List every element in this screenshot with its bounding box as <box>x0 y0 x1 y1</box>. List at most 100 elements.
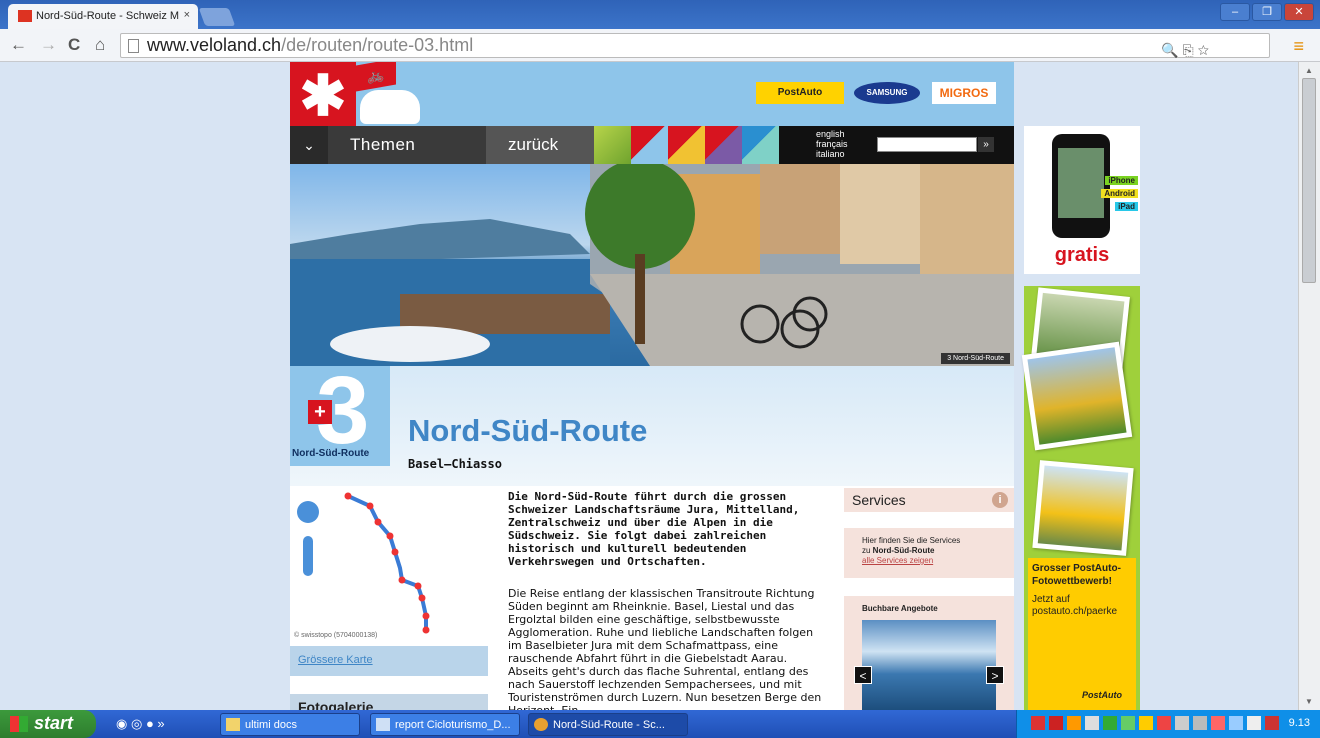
lang-italiano[interactable]: italiano <box>816 149 848 159</box>
tray-icon[interactable] <box>1157 716 1171 730</box>
lang-francais[interactable]: français <box>816 139 848 149</box>
hero-illustration <box>290 164 1014 366</box>
page-title: Nord-Süd-Route <box>408 413 648 448</box>
sponsor-postauto[interactable]: PostAuto <box>756 82 844 104</box>
maximize-button[interactable]: ❐ <box>1252 3 1282 21</box>
browser-tab[interactable]: Nord-Süd-Route - Schweiz M × <box>8 4 198 29</box>
tray-icon[interactable] <box>1049 716 1063 730</box>
prev-arrow-button[interactable]: < <box>854 666 872 684</box>
window-controls: – ❐ ✕ <box>1220 3 1314 21</box>
close-window-button[interactable]: ✕ <box>1284 3 1314 21</box>
browser-tabbar: Nord-Süd-Route - Schweiz M × – ❐ ✕ <box>0 0 1320 29</box>
address-bar[interactable]: www.veloland.ch/de/routen/route-03.html … <box>120 33 1270 58</box>
nav-zurueck[interactable]: zurück <box>486 126 594 164</box>
cloud-shape <box>360 90 420 124</box>
volume-icon[interactable] <box>1229 716 1243 730</box>
services-header[interactable]: Services i <box>844 488 1014 512</box>
task-browser[interactable]: Nord-Süd-Route - Sc... <box>528 713 688 736</box>
tray-icon[interactable] <box>1265 716 1279 730</box>
chevron-down-icon[interactable]: ⌄ <box>290 126 328 164</box>
page-scrollbar[interactable]: ▲ ▼ <box>1298 62 1320 710</box>
services-text: Hier finden Sie die Services <box>862 536 961 545</box>
quicklaunch-icon[interactable]: ● <box>146 716 154 731</box>
postauto-ad[interactable]: Grosser PostAuto-Fotowettbewerb! Jetzt a… <box>1021 286 1140 710</box>
document-icon <box>376 718 390 731</box>
tray-icon[interactable] <box>1139 716 1153 730</box>
home-icon[interactable]: ⌂ <box>95 35 105 55</box>
start-button[interactable]: start <box>0 710 96 738</box>
bookable-offer-image[interactable] <box>862 620 996 710</box>
back-arrow-icon[interactable]: ← <box>10 35 27 55</box>
info-icon[interactable]: i <box>992 492 1008 508</box>
browser-toolbar: ← → C ⌂ www.veloland.ch/de/routen/route-… <box>0 29 1320 62</box>
veloland-logo[interactable]: 🚲 <box>356 62 424 126</box>
minimize-button[interactable]: – <box>1220 3 1250 21</box>
sponsor-samsung[interactable]: SAMSUNG <box>854 82 920 104</box>
hero-caption: 3 Nord-Süd-Route <box>941 353 1010 364</box>
route-intro: Die Nord-Süd-Route führt durch die gross… <box>508 490 800 568</box>
route-badge: 3 + Nord-Süd-Route <box>290 357 390 466</box>
url-host: www.veloland.ch <box>147 35 282 55</box>
swiss-cross-logo[interactable]: ✱ <box>290 62 356 127</box>
scrollbar-thumb[interactable] <box>1302 78 1316 283</box>
services-box: Hier finden Sie die Services zu Nord-Süd… <box>844 528 1014 578</box>
bigger-map-link[interactable]: Grössere Karte <box>290 646 488 676</box>
forward-arrow-icon[interactable]: → <box>40 35 57 55</box>
tray-icon[interactable] <box>1103 716 1117 730</box>
postauto-logo: PostAuto <box>1082 690 1122 700</box>
sponsor-migros[interactable]: MIGROS <box>932 82 996 104</box>
tray-icon[interactable] <box>1211 716 1225 730</box>
gratis-label: gratis <box>1054 244 1110 266</box>
tray-icon[interactable] <box>1031 716 1045 730</box>
route-map[interactable]: © swisstopo (5704000138) <box>290 488 488 646</box>
theme-canoe-icon[interactable] <box>742 126 779 164</box>
theme-hiking-icon[interactable] <box>594 126 631 164</box>
services-title: Services <box>852 492 906 508</box>
tray-icon[interactable] <box>1085 716 1099 730</box>
language-switcher: english français italiano <box>816 129 848 159</box>
scroll-up-icon[interactable]: ▲ <box>1305 66 1313 75</box>
tray-icon[interactable] <box>1121 716 1135 730</box>
windows-taskbar: start ◉ ◎ ● » ultimi docs report Ciclotu… <box>0 710 1320 738</box>
lang-english[interactable]: english <box>816 129 848 139</box>
start-label: start <box>34 713 74 733</box>
site-container: ✱ 🚲 PostAuto SAMSUNG MIGROS ⌄ Themen zur… <box>290 62 1014 710</box>
tab-close-icon[interactable]: × <box>184 9 190 21</box>
windows-logo-icon <box>10 716 28 732</box>
new-tab-button[interactable] <box>198 8 236 26</box>
bookable-offers: Buchbare Angebote < > <box>844 596 1014 710</box>
tray-icon[interactable] <box>1193 716 1207 730</box>
all-services-link[interactable]: alle Services zeigen <box>862 556 1014 566</box>
tray-icon[interactable] <box>1067 716 1081 730</box>
site-search-input[interactable] <box>877 137 977 152</box>
theme-skate-icon[interactable] <box>705 126 742 164</box>
theme-bike-icon[interactable] <box>631 126 668 164</box>
next-arrow-button[interactable]: > <box>986 666 1004 684</box>
network-icon[interactable] <box>1247 716 1261 730</box>
search-go-button[interactable]: » <box>978 137 994 152</box>
quicklaunch-icon[interactable]: ◎ <box>131 716 142 731</box>
swiss-cross-icon: + <box>308 400 332 424</box>
postauto-text: Jetzt auf postauto.ch/paerke <box>1032 594 1118 617</box>
postauto-title: Grosser PostAuto-Fotowettbewerb! <box>1032 563 1121 587</box>
task-report[interactable]: report Cicloturismo_D... <box>370 713 520 736</box>
app-ad[interactable]: iPhone Android iPad gratis <box>1024 126 1140 274</box>
clock[interactable]: 9.13 <box>1289 717 1310 729</box>
phone-screen <box>1058 148 1104 218</box>
task-label: Nord-Süd-Route - Sc... <box>553 719 665 731</box>
quicklaunch-icon[interactable]: ◉ <box>116 716 127 731</box>
quicklaunch-more[interactable]: » <box>157 716 164 731</box>
task-label: ultimi docs <box>245 719 297 731</box>
tray-icon[interactable] <box>1175 716 1189 730</box>
nav-themen[interactable]: Themen <box>328 126 486 164</box>
bookable-title: Buchbare Angebote <box>862 604 938 613</box>
route-description: Die Reise entlang der klassischen Transi… <box>508 587 822 710</box>
omnibox-icons[interactable]: 🔍 ⎘ ☆ <box>1161 42 1209 59</box>
task-ultimi-docs[interactable]: ultimi docs <box>220 713 360 736</box>
reload-icon[interactable]: C <box>68 35 80 55</box>
browser-menu-icon[interactable]: ≡ <box>1293 36 1304 57</box>
fotogalerie-heading[interactable]: Fotogalerie <box>290 694 488 710</box>
scroll-down-icon[interactable]: ▼ <box>1305 697 1313 706</box>
theme-mtb-icon[interactable] <box>668 126 705 164</box>
quick-launch: ◉ ◎ ● » <box>116 716 165 732</box>
